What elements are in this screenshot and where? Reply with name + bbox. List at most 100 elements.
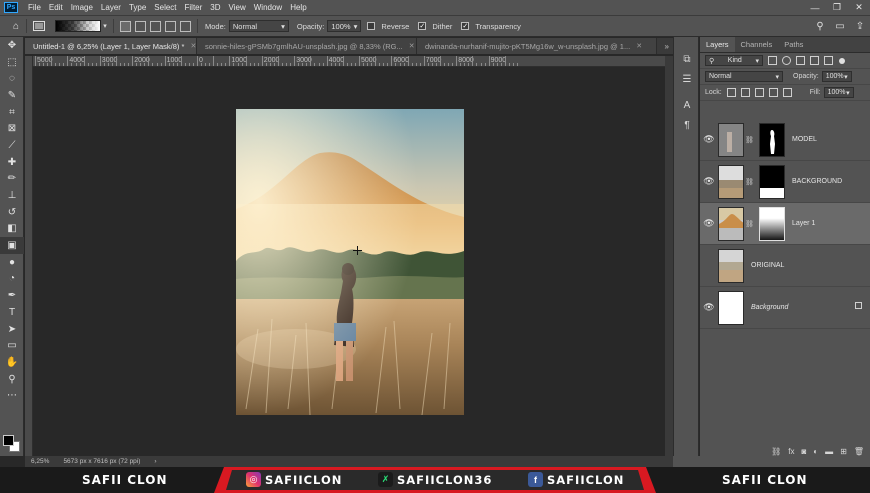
eye-icon[interactable]: 👁 (700, 176, 718, 187)
layer-thumbnail[interactable] (718, 206, 744, 241)
tab-layers[interactable]: Layers (700, 37, 735, 52)
eye-icon[interactable]: 👁 (700, 134, 718, 145)
paragraph-panel-icon[interactable]: ¶ (674, 115, 700, 135)
clone-stamp-tool-icon[interactable]: ⊥ (0, 187, 24, 204)
mode-select[interactable]: Normal ▾ (228, 20, 289, 32)
layer-thumbnail[interactable] (718, 122, 744, 157)
more-tools-icon[interactable]: ⋯ (0, 387, 24, 404)
pixel-filter-icon[interactable] (768, 56, 777, 65)
brush-tool-icon[interactable]: ✏ (0, 171, 24, 188)
dodge-tool-icon[interactable]: ◔ (0, 271, 24, 288)
layer-name[interactable]: ORIGINAL (751, 262, 784, 269)
tab-dwinanda[interactable]: dwinanda-nurhanif-mujito-pKT5Mg16w_w-uns… (417, 38, 657, 54)
fx-icon[interactable]: fx (788, 447, 794, 456)
reflected-gradient-button[interactable] (165, 20, 176, 32)
radial-gradient-button[interactable] (135, 20, 146, 32)
layer-row-background[interactable]: 👁 Background (700, 287, 870, 329)
zoom-tool-icon[interactable]: ⚲ (0, 371, 24, 388)
menu-filter[interactable]: Filter (181, 3, 207, 12)
dither-checkbox[interactable]: ✓ (418, 22, 427, 30)
close-icon[interactable]: ✕ (190, 42, 196, 50)
adjustment-icon[interactable]: ◐ (813, 447, 818, 456)
share-icon[interactable]: ⇪ (854, 20, 866, 32)
close-icon[interactable]: ✕ (636, 42, 642, 50)
tab-sonnie-hiles[interactable]: sonnie-hiles-gPSMb7gmlhAU-unsplash.jpg @… (197, 38, 417, 54)
rectangle-tool-icon[interactable]: ▭ (0, 337, 24, 354)
layer-thumbnail[interactable] (718, 290, 744, 325)
chevron-right-icon[interactable]: › (154, 458, 156, 465)
blur-tool-icon[interactable]: ● (0, 254, 24, 271)
angle-gradient-button[interactable] (150, 20, 161, 32)
layer-opacity-input[interactable]: 100% ▾ (821, 71, 852, 82)
menu-image[interactable]: Image (67, 3, 97, 12)
color-swatches[interactable] (3, 435, 21, 453)
menu-select[interactable]: Select (150, 3, 180, 12)
home-icon[interactable]: ⌂ (10, 20, 22, 32)
tab-untitled-1[interactable]: Untitled-1 @ 6,25% (Layer 1, Layer Mask/… (25, 38, 197, 54)
lock-pixels-icon[interactable] (740, 88, 750, 97)
reverse-checkbox[interactable] (367, 22, 376, 30)
menu-file[interactable]: File (24, 3, 45, 12)
layer-row-original[interactable]: ORIGINAL (700, 245, 870, 287)
crop-tool-icon[interactable]: ⌗ (0, 104, 24, 121)
smart-object-filter-icon[interactable] (824, 56, 833, 65)
workspace-icon[interactable]: ▭ (834, 20, 846, 32)
layer-name[interactable]: Background (751, 304, 788, 311)
vertical-scrollbar[interactable] (665, 56, 673, 456)
horizontal-ruler[interactable]: 5000 4000 3000 2000 1000 0 1000 2000 3000 4000 500… (33, 56, 665, 67)
menu-view[interactable]: View (225, 3, 250, 12)
marquee-tool-icon[interactable]: ⬚ (0, 54, 24, 71)
canvas-area[interactable] (33, 67, 665, 456)
diamond-gradient-button[interactable] (180, 20, 191, 32)
fill-input[interactable]: 100% ▾ (823, 87, 854, 98)
eyedropper-tool-icon[interactable]: ⟋ (0, 137, 24, 154)
menu-layer[interactable]: Layer (97, 3, 125, 12)
path-select-tool-icon[interactable]: ➤ (0, 321, 24, 338)
history-panel-icon[interactable]: ⧉ (674, 49, 700, 69)
eraser-tool-icon[interactable]: ◧ (0, 221, 24, 238)
layer-row-layer-1[interactable]: 👁 ⛓ Layer 1 (700, 203, 870, 245)
lasso-tool-icon[interactable]: ◌ (0, 70, 24, 87)
layer-name[interactable]: BACKGROUND (792, 178, 842, 185)
folder-icon[interactable]: ▬ (825, 447, 833, 456)
pen-tool-icon[interactable]: ✒ (0, 287, 24, 304)
zoom-level[interactable]: 6,25% (31, 458, 49, 465)
shape-filter-icon[interactable] (810, 56, 819, 65)
menu-help[interactable]: Help (286, 3, 310, 12)
layer-row-background-group[interactable]: 👁 ⛓ BACKGROUND (700, 161, 870, 203)
frame-tool-icon[interactable]: ⊠ (0, 120, 24, 137)
link-icon[interactable]: ⛓ (745, 220, 754, 228)
quick-select-tool-icon[interactable]: ✎ (0, 87, 24, 104)
move-tool-icon[interactable]: ✥ (0, 37, 24, 54)
tab-channels[interactable]: Channels (735, 37, 779, 52)
layer-mask-thumbnail[interactable] (759, 206, 785, 241)
document-info[interactable]: 5673 px x 7616 px (72 ppi) (63, 458, 140, 465)
lock-all-icon[interactable] (782, 88, 792, 97)
layer-name[interactable]: Layer 1 (792, 220, 815, 227)
layer-mask-thumbnail[interactable] (759, 122, 785, 157)
new-layer-icon[interactable]: ⊞ (840, 447, 847, 456)
type-tool-icon[interactable]: T (0, 304, 24, 321)
trash-icon[interactable]: 🗑 (854, 447, 864, 456)
lock-transparent-icon[interactable] (726, 88, 736, 97)
tab-paths[interactable]: Paths (778, 37, 809, 52)
blend-mode-select[interactable]: Normal ▾ (705, 71, 783, 82)
type-filter-icon[interactable] (796, 56, 805, 65)
chevron-down-icon[interactable]: ▾ (101, 20, 109, 32)
layer-name[interactable]: MODEL (792, 136, 817, 143)
tabs-overflow-icon[interactable]: » (657, 38, 673, 54)
hand-tool-icon[interactable]: ✋ (0, 354, 24, 371)
menu-type[interactable]: Type (125, 3, 150, 12)
layer-thumbnail[interactable] (718, 248, 744, 283)
link-icon[interactable]: ⛓ (745, 178, 754, 186)
close-button[interactable]: ✕ (848, 0, 870, 15)
search-icon[interactable]: ⚲ (814, 20, 826, 32)
link-icon[interactable]: ⛓ (745, 136, 754, 144)
transparency-checkbox[interactable]: ✓ (461, 22, 470, 30)
properties-panel-icon[interactable]: ☰ (674, 69, 700, 89)
menu-window[interactable]: Window (250, 3, 286, 12)
filter-kind-select[interactable]: ⚲ Kind ▾ (705, 55, 763, 66)
document-canvas-photo[interactable] (236, 109, 464, 415)
menu-edit[interactable]: Edit (45, 3, 67, 12)
gradient-tool-icon[interactable]: ▣ (0, 237, 24, 254)
